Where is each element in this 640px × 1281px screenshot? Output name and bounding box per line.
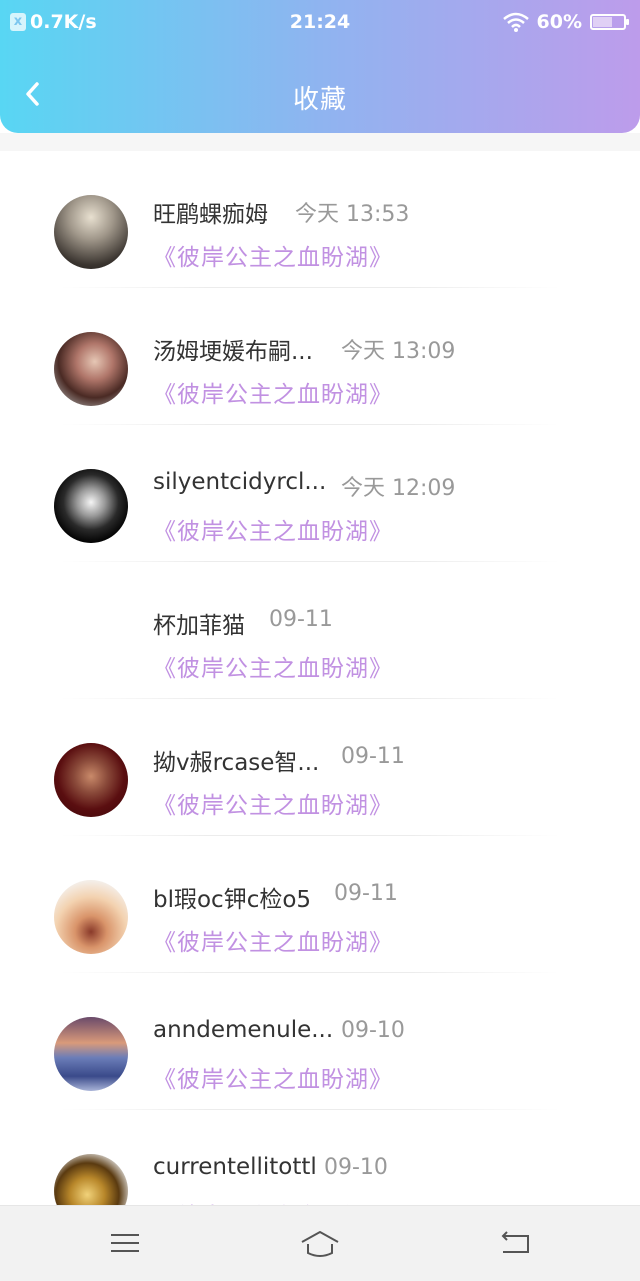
book-title-link[interactable]: 《彼岸公主之血盼湖》 (153, 786, 393, 820)
page-title: 收藏 (292, 85, 347, 115)
timestamp: 09-10 (324, 1155, 388, 1180)
timestamp: 09-11 (341, 744, 405, 769)
battery-icon (590, 14, 629, 30)
list-item[interactable]: 杯加菲猫 09-11 《彼岸公主之血盼湖》 (0, 562, 640, 699)
avatar[interactable] (54, 195, 128, 269)
timestamp: 今天 12:09 (341, 476, 456, 501)
timestamp: 今天 13:53 (295, 202, 410, 227)
user-name: currentellitottl (153, 1154, 317, 1180)
timestamp: 09-11 (334, 881, 398, 906)
header-spacer (0, 133, 640, 151)
avatar[interactable] (54, 1017, 128, 1091)
avatar[interactable] (54, 332, 128, 406)
list-item[interactable]: anndemenule... 09-10 《彼岸公主之血盼湖》 (0, 973, 640, 1110)
user-name: silyentcidyrcl... (153, 469, 327, 495)
book-title-link[interactable]: 《彼岸公主之血盼湖》 (153, 512, 393, 546)
list-item[interactable]: 拗v赧rcase智... 09-11 《彼岸公主之血盼湖》 (0, 699, 640, 836)
back-arrow-icon[interactable] (495, 1226, 535, 1260)
timestamp: 09-10 (341, 1018, 405, 1043)
user-name: 旺鹛蜾痂姆 (153, 202, 268, 228)
book-title-link[interactable]: 《彼岸公主之血盼湖》 (153, 649, 393, 683)
list-item[interactable]: 汤姆埂媛布嗣... 今天 13:09 《彼岸公主之血盼湖》 (0, 288, 640, 425)
list-item[interactable]: silyentcidyrcl... 今天 12:09 《彼岸公主之血盼湖》 (0, 425, 640, 562)
home-icon[interactable] (299, 1226, 341, 1260)
status-right: 60% (502, 11, 629, 33)
list-item[interactable]: bl瑕oc钾c检o5 09-11 《彼岸公主之血盼湖》 (0, 836, 640, 973)
avatar[interactable] (54, 743, 128, 817)
user-name: 拗v赧rcase智... (153, 750, 320, 776)
avatar[interactable] (54, 469, 128, 543)
status-bar: x 0.7K/s 21:24 60% (0, 0, 640, 44)
list-item[interactable]: 旺鹛蜾痂姆 今天 13:53 《彼岸公主之血盼湖》 (0, 151, 640, 288)
app-header: x 0.7K/s 21:24 60% 收藏 (0, 0, 640, 133)
avatar[interactable] (54, 880, 128, 954)
user-name: 汤姆埂媛布嗣... (153, 339, 313, 365)
system-nav-bar (0, 1205, 640, 1281)
user-name: anndemenule... (153, 1017, 334, 1043)
timestamp: 今天 13:09 (341, 339, 456, 364)
menu-icon[interactable] (105, 1226, 145, 1260)
book-title-link[interactable]: 《彼岸公主之血盼湖》 (153, 1060, 393, 1094)
user-name: bl瑕oc钾c检o5 (153, 887, 312, 913)
wifi-icon (502, 12, 529, 32)
book-title-link[interactable]: 《彼岸公主之血盼湖》 (153, 238, 393, 272)
user-name: 杯加菲猫 (153, 613, 245, 639)
timestamp: 09-11 (269, 607, 333, 632)
book-title-link[interactable]: 《彼岸公主之血盼湖》 (153, 375, 393, 409)
battery-percent: 60% (536, 11, 582, 33)
book-title-link[interactable]: 《彼岸公主之血盼湖》 (153, 923, 393, 957)
